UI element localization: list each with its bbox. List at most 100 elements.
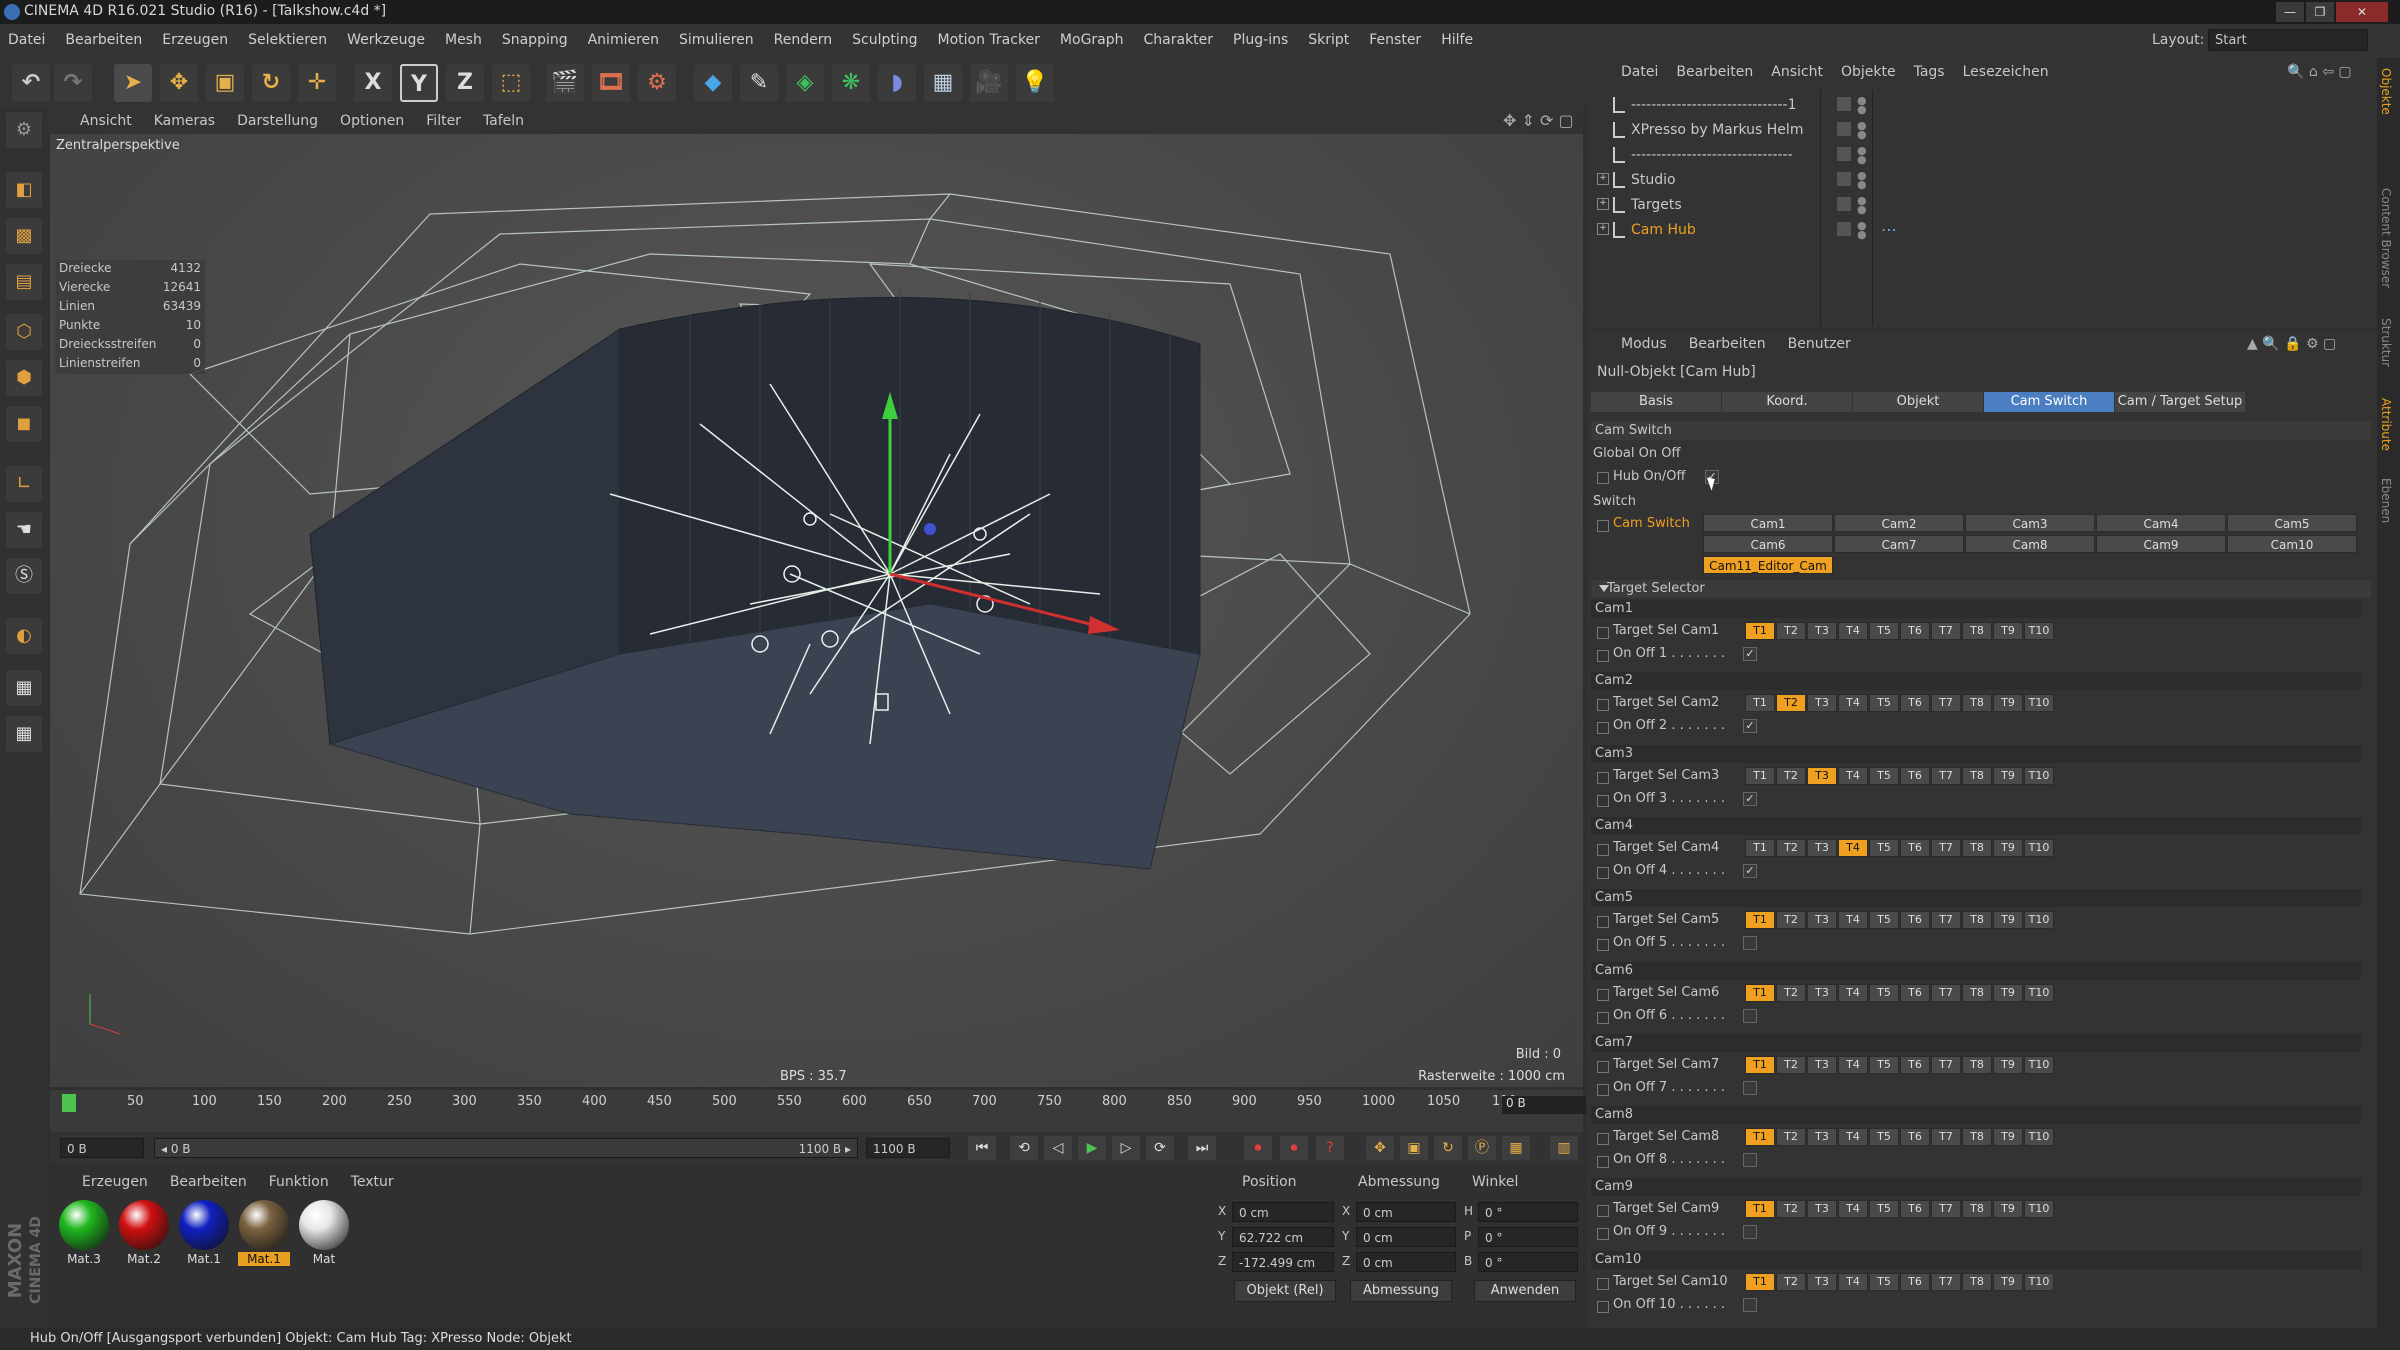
object-manager-tools-icon[interactable]: 🔍 ⌂ ⇦ ▢ bbox=[2287, 64, 2352, 80]
menu-datei[interactable]: Datei bbox=[8, 32, 45, 48]
scale-tool-icon[interactable]: ▣ bbox=[206, 64, 244, 102]
target-button-t10[interactable]: T10 bbox=[2024, 1200, 2054, 1219]
size-field[interactable]: 0 cm bbox=[1356, 1202, 1456, 1222]
target-button-t10[interactable]: T10 bbox=[2024, 622, 2054, 640]
editor-render-dots-icon[interactable]: ● ● bbox=[1857, 145, 1867, 165]
target-button-t2[interactable]: T2 bbox=[1776, 622, 1806, 640]
on-off-checkbox[interactable]: ✓ bbox=[1743, 719, 1757, 734]
expand-icon[interactable]: + bbox=[1597, 223, 1609, 235]
cam-button-5[interactable]: Cam5 bbox=[2227, 514, 2357, 532]
target-button-t2[interactable]: T2 bbox=[1776, 1055, 1806, 1074]
target-button-t6[interactable]: T6 bbox=[1900, 1272, 1930, 1291]
3d-viewport[interactable]: Zentralperspektive Dreiecke 4132 Vierecke 1… bbox=[50, 134, 1583, 1087]
size-field[interactable]: 0 cm bbox=[1356, 1227, 1456, 1247]
material-menu-erzeugen[interactable]: Erzeugen bbox=[82, 1174, 148, 1190]
camera-object-icon[interactable]: 🎥 bbox=[970, 64, 1008, 102]
target-button-t9[interactable]: T9 bbox=[1993, 622, 2023, 640]
target-button-t6[interactable]: T6 bbox=[1900, 1128, 1930, 1147]
target-button-t8[interactable]: T8 bbox=[1962, 983, 1992, 1002]
play-icon[interactable]: ▶ bbox=[1078, 1136, 1106, 1160]
menu-motion-tracker[interactable]: Motion Tracker bbox=[938, 32, 1040, 48]
target-button-t2[interactable]: T2 bbox=[1776, 766, 1806, 785]
target-button-t4[interactable]: T4 bbox=[1838, 838, 1868, 857]
floor-object-icon[interactable]: ▦ bbox=[924, 64, 962, 102]
menu-skript[interactable]: Skript bbox=[1308, 32, 1349, 48]
layer-visibility-icon[interactable] bbox=[1837, 197, 1851, 211]
target-button-t6[interactable]: T6 bbox=[1900, 766, 1930, 785]
position-field[interactable]: 62.722 cm bbox=[1232, 1227, 1334, 1247]
target-button-t4[interactable]: T4 bbox=[1838, 766, 1868, 785]
target-button-t10[interactable]: T10 bbox=[2024, 1055, 2054, 1074]
target-button-t7[interactable]: T7 bbox=[1931, 838, 1961, 857]
target-button-t1[interactable]: T1 bbox=[1745, 911, 1775, 930]
undo-icon[interactable]: ↶ bbox=[12, 64, 50, 102]
cam11-editor-cam-button[interactable]: Cam11_Editor_Cam bbox=[1703, 556, 1833, 574]
target-button-t2[interactable]: T2 bbox=[1776, 1200, 1806, 1219]
object-row[interactable]: + Targets ● ● bbox=[1595, 194, 2375, 218]
target-button-t3[interactable]: T3 bbox=[1807, 1055, 1837, 1074]
menu-plug-ins[interactable]: Plug-ins bbox=[1233, 32, 1288, 48]
side-tab-struktur[interactable]: Struktur bbox=[2379, 318, 2393, 367]
viewport-menu-ansicht[interactable]: Ansicht bbox=[80, 113, 132, 129]
target-button-t1[interactable]: T1 bbox=[1745, 766, 1775, 785]
layer-visibility-icon[interactable] bbox=[1837, 122, 1851, 136]
target-button-t6[interactable]: T6 bbox=[1900, 838, 1930, 857]
target-button-t2[interactable]: T2 bbox=[1776, 694, 1806, 713]
editor-render-dots-icon[interactable]: ● ● bbox=[1857, 120, 1867, 140]
size-field[interactable]: 0 cm bbox=[1356, 1252, 1456, 1272]
target-button-t3[interactable]: T3 bbox=[1807, 1200, 1837, 1219]
target-button-t3[interactable]: T3 bbox=[1807, 838, 1837, 857]
target-button-t3[interactable]: T3 bbox=[1807, 766, 1837, 785]
target-button-t4[interactable]: T4 bbox=[1838, 622, 1868, 640]
target-button-t1[interactable]: T1 bbox=[1745, 1200, 1775, 1219]
end-frame-field[interactable]: 1100 B bbox=[866, 1138, 950, 1158]
viewport-menu-filter[interactable]: Filter bbox=[426, 113, 461, 129]
rotate-tool-icon[interactable]: ↻ bbox=[252, 64, 290, 102]
position-field[interactable]: 0 cm bbox=[1232, 1202, 1334, 1222]
goto-end-icon[interactable]: ⏭ bbox=[1188, 1136, 1216, 1160]
magnet-icon[interactable]: ◐ bbox=[6, 618, 42, 654]
viewport-menu-kameras[interactable]: Kameras bbox=[154, 113, 215, 129]
tab-koord-[interactable]: Koord. bbox=[1722, 392, 1852, 412]
cam-button-6[interactable]: Cam6 bbox=[1703, 535, 1833, 553]
on-off-checkbox[interactable] bbox=[1743, 1008, 1757, 1023]
make-editable-icon[interactable]: ⚙ bbox=[6, 112, 42, 148]
timeline-ruler[interactable]: 0501001502002503003504004505005506006507… bbox=[50, 1090, 1586, 1132]
close-button[interactable]: ✕ bbox=[2336, 2, 2388, 22]
target-button-t9[interactable]: T9 bbox=[1993, 1055, 2023, 1074]
menu-mograph[interactable]: MoGraph bbox=[1060, 32, 1124, 48]
current-frame-field[interactable]: 0 B bbox=[60, 1138, 144, 1158]
redo-icon[interactable]: ↷ bbox=[54, 64, 92, 102]
material-menu-textur[interactable]: Textur bbox=[351, 1174, 394, 1190]
material-swatch[interactable]: Mat bbox=[298, 1200, 350, 1266]
expand-icon[interactable]: + bbox=[1597, 173, 1609, 185]
target-button-t6[interactable]: T6 bbox=[1900, 911, 1930, 930]
next-key-icon[interactable]: ⟳ bbox=[1146, 1136, 1174, 1160]
target-button-t5[interactable]: T5 bbox=[1869, 838, 1899, 857]
key-rotation-icon[interactable]: ↻ bbox=[1434, 1136, 1462, 1160]
target-button-t8[interactable]: T8 bbox=[1962, 1200, 1992, 1219]
on-off-checkbox[interactable]: ✓ bbox=[1743, 863, 1757, 878]
target-button-t7[interactable]: T7 bbox=[1931, 1272, 1961, 1291]
tweak-mode-icon[interactable]: ☚ bbox=[6, 512, 42, 548]
auto-key-icon[interactable]: ⏺ bbox=[1280, 1136, 1308, 1160]
target-button-t4[interactable]: T4 bbox=[1838, 911, 1868, 930]
target-button-t6[interactable]: T6 bbox=[1900, 694, 1930, 713]
target-button-t8[interactable]: T8 bbox=[1962, 694, 1992, 713]
grid-lock-icon[interactable]: ▦ bbox=[6, 670, 42, 706]
tab-basis[interactable]: Basis bbox=[1591, 392, 1721, 412]
key-pla-icon[interactable]: ▦ bbox=[1502, 1136, 1530, 1160]
object-name[interactable]: Targets bbox=[1631, 197, 1682, 213]
target-button-t4[interactable]: T4 bbox=[1838, 694, 1868, 713]
deformer-bend-icon[interactable]: ◗ bbox=[878, 64, 916, 102]
menu-bearbeiten[interactable]: Bearbeiten bbox=[65, 32, 142, 48]
menu-simulieren[interactable]: Simulieren bbox=[679, 32, 754, 48]
material-menu-bearbeiten[interactable]: Bearbeiten bbox=[170, 1174, 247, 1190]
on-off-checkbox[interactable]: ✓ bbox=[1743, 791, 1757, 806]
object-menu-datei[interactable]: Datei bbox=[1621, 64, 1658, 80]
side-tab-attribute[interactable]: Attribute bbox=[2379, 398, 2393, 451]
target-button-t9[interactable]: T9 bbox=[1993, 838, 2023, 857]
target-button-t8[interactable]: T8 bbox=[1962, 622, 1992, 640]
key-parameter-icon[interactable]: Ⓟ bbox=[1468, 1136, 1496, 1160]
target-button-t8[interactable]: T8 bbox=[1962, 766, 1992, 785]
